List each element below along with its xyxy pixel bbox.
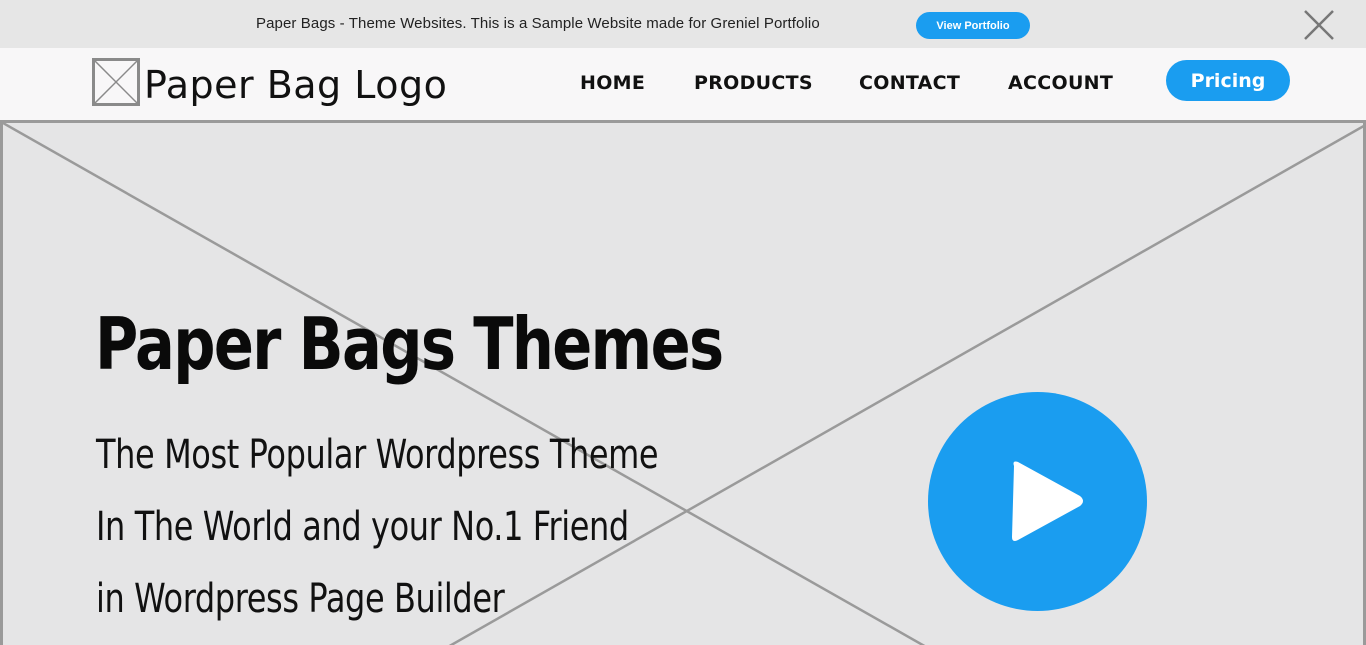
- play-icon: [1012, 461, 1083, 541]
- logo-text: Paper Bag Logo: [144, 63, 448, 107]
- announcement-text: Paper Bags - Theme Websites. This is a S…: [256, 15, 820, 32]
- pricing-button[interactable]: Pricing: [1166, 60, 1290, 101]
- hero-subtitle: The Most Popular Wordpress Theme In The …: [96, 419, 796, 635]
- hero-title: Paper Bags Themes: [95, 302, 724, 386]
- nav-home-link[interactable]: HOME: [580, 71, 645, 95]
- hero-section: Paper Bags Themes The Most Popular Wordp…: [0, 120, 1366, 645]
- image-placeholder-icon: [92, 58, 140, 106]
- navbar: Paper Bag Logo HOME PRODUCTS CONTACT ACC…: [0, 48, 1366, 120]
- hero-subtitle-line: The Most Popular Wordpress Theme: [96, 432, 659, 478]
- announcement-bar: Paper Bags - Theme Websites. This is a S…: [0, 0, 1366, 48]
- logo[interactable]: Paper Bag Logo: [92, 58, 492, 108]
- nav-account-link[interactable]: ACCOUNT: [1008, 71, 1113, 95]
- nav-products-link[interactable]: PRODUCTS: [694, 71, 813, 95]
- hero-subtitle-line: In The World and your No.1 Friend: [96, 504, 629, 550]
- play-video-button[interactable]: [928, 392, 1147, 611]
- view-portfolio-button[interactable]: View Portfolio: [916, 12, 1030, 39]
- close-icon[interactable]: [1300, 6, 1338, 44]
- nav-contact-link[interactable]: CONTACT: [859, 71, 960, 95]
- hero-subtitle-line: in Wordpress Page Builder: [96, 576, 505, 622]
